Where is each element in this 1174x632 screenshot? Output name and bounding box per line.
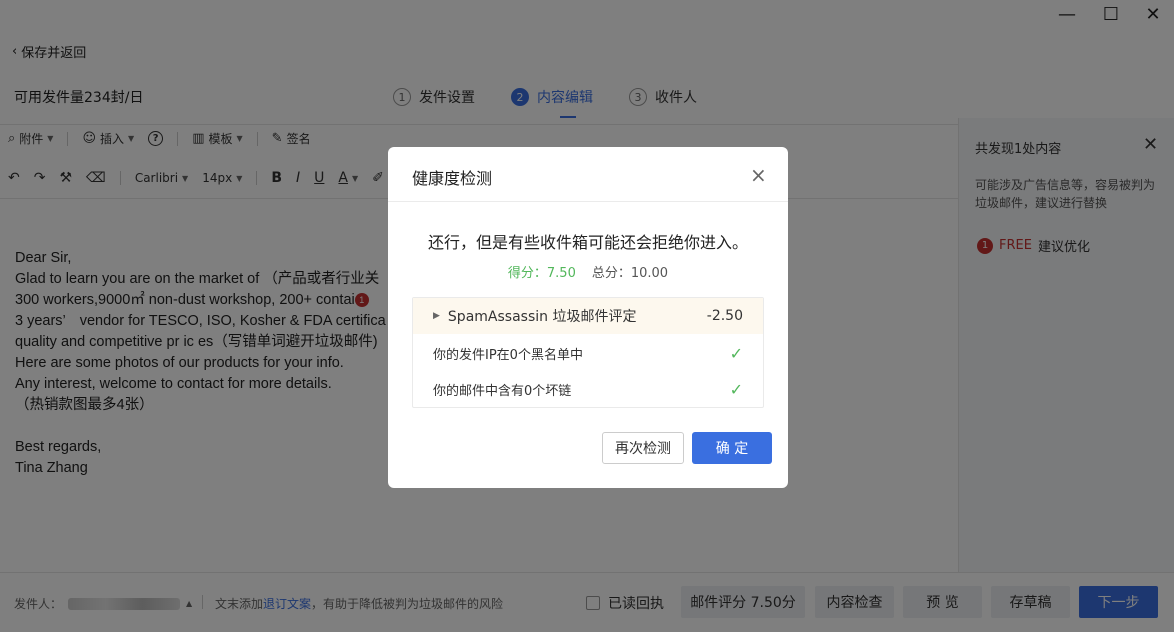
check-results: ▶ SpamAssassin 垃圾邮件评定 -2.50 你的发件IP在0个黑名单中… [412,297,764,408]
score-value: 得分：7.50 [507,266,576,281]
row-label: 你的发件IP在0个黑名单中 [433,347,583,363]
row-value: -2.50 [706,308,743,324]
check-icon: ✓ [729,343,743,363]
bad-links-row: 你的邮件中含有0个坏链 ✓ [413,371,763,407]
recheck-button[interactable]: 再次检测 [602,432,684,464]
spamassassin-row[interactable]: ▶ SpamAssassin 垃圾邮件评定 -2.50 [413,298,763,334]
row-label: SpamAssassin 垃圾邮件评定 [447,309,637,325]
score-summary: 得分：7.50 总分：10.00 [388,262,788,281]
health-check-dialog: 健康度检测 × 还行，但是有些收件箱可能还会拒绝你进入。 得分：7.50 总分：1… [388,147,788,488]
caret-right-icon: ▶ [433,311,440,321]
blacklist-row: 你的发件IP在0个黑名单中 ✓ [413,335,763,371]
close-icon[interactable]: × [750,163,767,187]
divider [388,201,788,202]
total-score: 总分：10.00 [591,266,669,281]
row-label: 你的邮件中含有0个坏链 [433,383,572,399]
confirm-button[interactable]: 确 定 [692,432,772,464]
result-message: 还行，但是有些收件箱可能还会拒绝你进入。 [427,233,748,252]
check-icon: ✓ [729,379,743,399]
dialog-title: 健康度检测 [412,169,493,188]
